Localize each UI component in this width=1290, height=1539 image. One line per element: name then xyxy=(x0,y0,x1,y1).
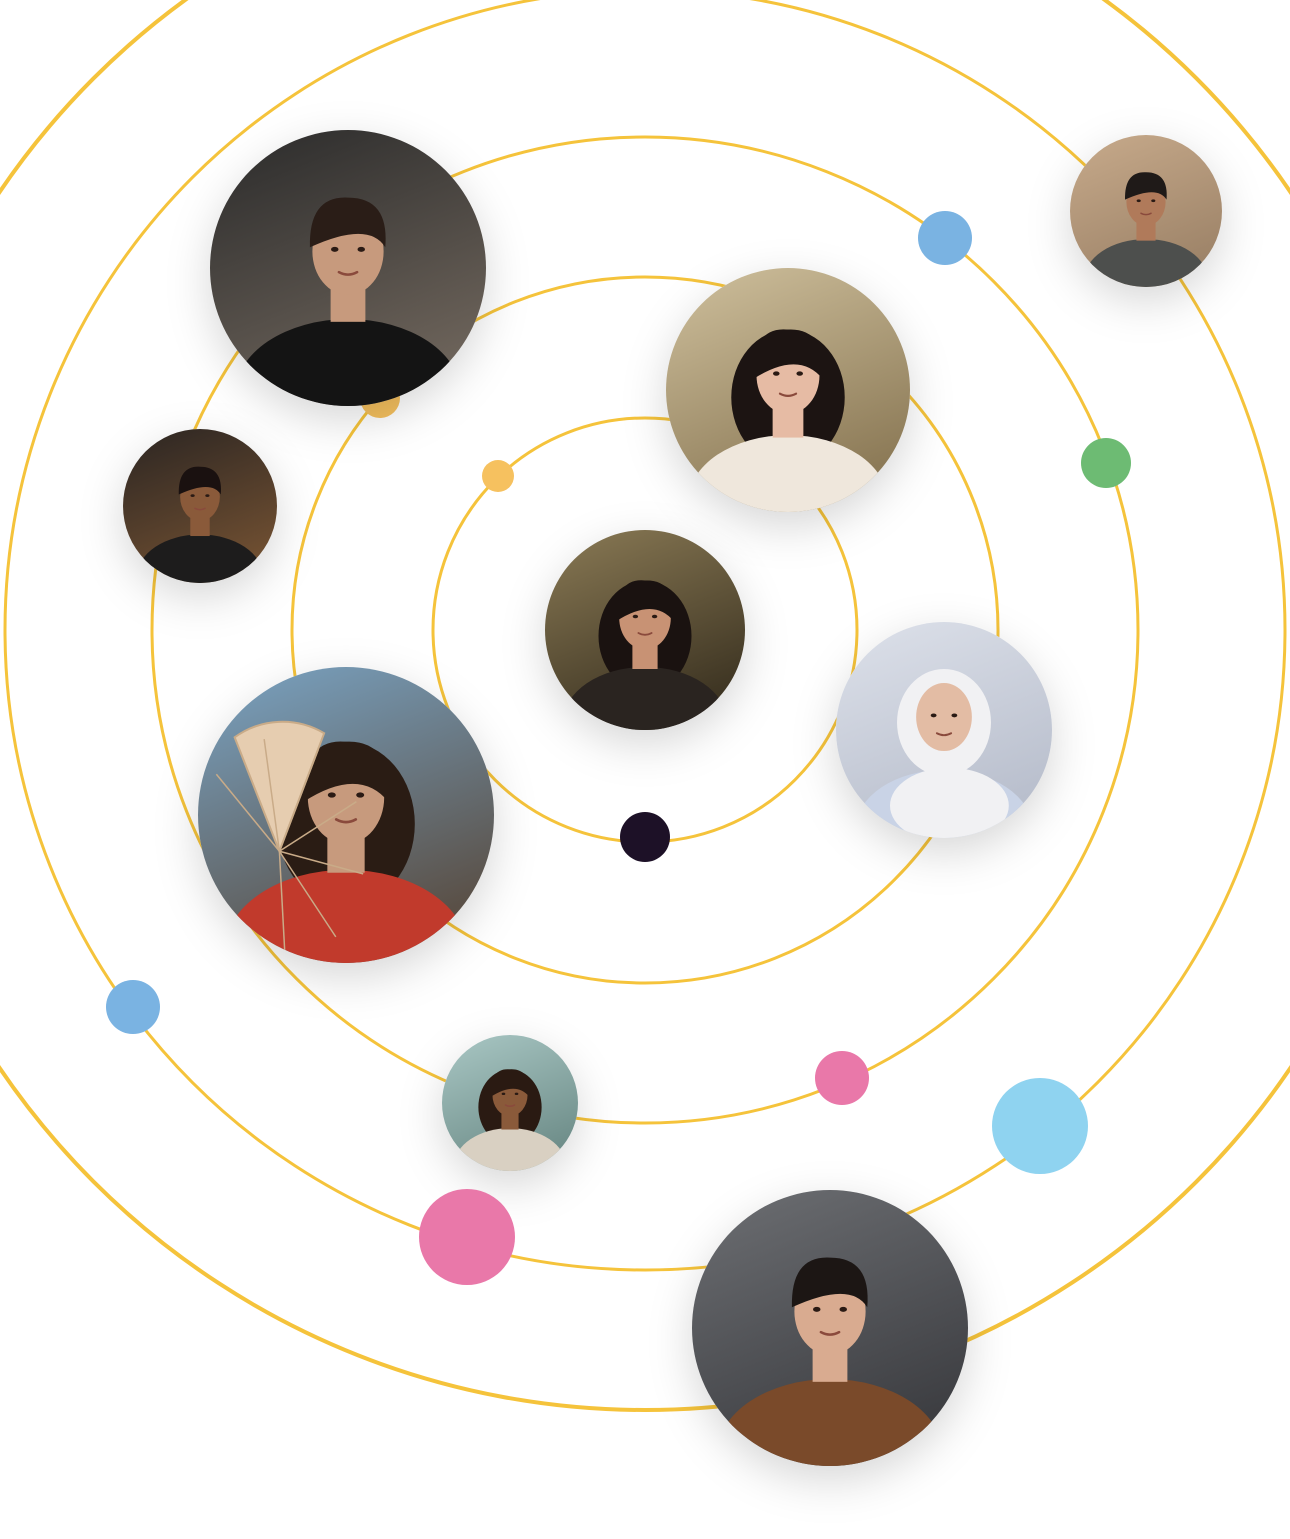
dot-dark-center xyxy=(620,812,670,862)
dot-green-right xyxy=(1081,438,1131,488)
avatar-woman-fan xyxy=(198,667,494,963)
avatar-man-dark-shirt xyxy=(210,130,486,406)
dot-blue-left xyxy=(106,980,160,1034)
avatar-woman-headscarf xyxy=(836,622,1052,838)
dot-sky-large xyxy=(992,1078,1088,1174)
dot-yellow-inner xyxy=(482,460,514,492)
avatar-man-jacket xyxy=(692,1190,968,1466)
orbit-illustration xyxy=(0,0,1290,1466)
avatars-layer xyxy=(123,130,1222,1466)
avatar-woman-dark-hair xyxy=(666,268,910,512)
avatar-man-beard-top-right xyxy=(1070,135,1222,287)
avatar-woman-center xyxy=(545,530,745,730)
avatar-woman-smiling xyxy=(442,1035,578,1171)
avatar-man-dreadlocks xyxy=(123,429,277,583)
dot-pink-small xyxy=(815,1051,869,1105)
dot-blue-top xyxy=(918,211,972,265)
dot-pink-large xyxy=(419,1189,515,1285)
